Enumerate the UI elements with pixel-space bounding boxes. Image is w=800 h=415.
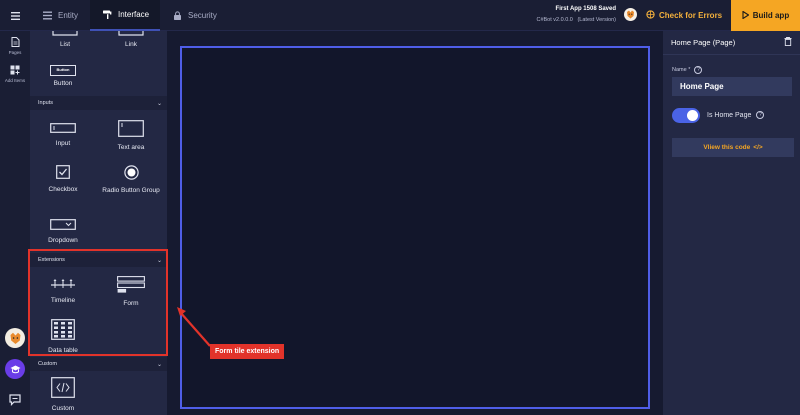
fox-avatar[interactable] — [5, 328, 25, 348]
tab-label: Security — [188, 11, 217, 20]
rail-item-add-items[interactable]: Add Items — [0, 65, 30, 83]
chevron-down-icon: ⌄ — [156, 361, 162, 368]
code-icon — [30, 377, 96, 401]
tab-label: Entity — [58, 11, 79, 20]
tab-label: Interface — [118, 10, 150, 19]
page-icon — [0, 37, 30, 48]
toggle-knob — [687, 110, 698, 121]
build-app-label: Build app — [752, 11, 790, 20]
page-name-input[interactable] — [672, 77, 792, 96]
paint-roller-icon — [102, 10, 112, 20]
play-icon — [742, 9, 750, 21]
tile-button[interactable]: Button Button — [30, 65, 96, 88]
tile-label: Input — [55, 140, 71, 148]
annotation-label: Form tile extension — [210, 344, 285, 359]
tile-dropdown[interactable]: Dropdown — [30, 219, 96, 245]
help-icon[interactable]: ? — [756, 111, 765, 119]
tile-label: Button — [53, 80, 73, 87]
rail-item-label: Add Items — [4, 78, 26, 83]
bug-icon — [646, 10, 655, 21]
list-icon — [32, 31, 98, 37]
database-icon — [42, 11, 52, 21]
tile-custom[interactable]: Custom — [30, 377, 96, 413]
checkbox-icon — [30, 165, 96, 182]
left-rail: Pages Add Items — [0, 31, 30, 415]
check-errors-label: Check for Errors — [659, 11, 723, 20]
dropdown-icon — [30, 219, 96, 233]
is-home-page-label: Is Home Page — [707, 111, 752, 119]
view-code-button[interactable]: Vliew this code </> — [672, 138, 794, 157]
version-info: C#Bot v2.0.0.0 (Latest Version) — [536, 17, 616, 23]
is-home-page-toggle[interactable] — [672, 108, 700, 123]
view-code-label: Vliew this code — [703, 144, 751, 151]
check-errors-button[interactable]: Check for Errors — [646, 0, 722, 31]
tab-security[interactable]: Security — [160, 0, 230, 31]
tile-link[interactable]: Link — [98, 31, 164, 49]
code-brackets-icon: </> — [753, 144, 763, 151]
extensions-highlight — [28, 249, 168, 356]
required-mark: * — [688, 67, 691, 73]
properties-header: Home Page (Page) — [663, 31, 800, 55]
chevron-down-icon: ⌄ — [156, 100, 162, 107]
name-field-label: Name * ? — [672, 66, 703, 74]
tab-interface[interactable]: Interface — [90, 0, 160, 31]
top-bar: Entity Interface Security First App 1508… — [0, 0, 800, 31]
section-label: Inputs — [38, 100, 53, 106]
save-status: First App 1508 Saved C#Bot v2.0.0.0 (Lat… — [536, 6, 616, 23]
user-avatar[interactable] — [624, 8, 637, 21]
chat-icon[interactable] — [9, 393, 21, 406]
tile-label: Checkbox — [48, 186, 78, 194]
save-status-text: First App 1508 Saved — [555, 6, 616, 12]
tile-input[interactable]: Input — [30, 123, 96, 148]
tile-checkbox[interactable]: Checkbox — [30, 165, 96, 194]
tile-label: Dropdown — [48, 237, 78, 245]
input-icon — [30, 123, 96, 136]
rail-item-label: Pages — [8, 50, 22, 55]
button-icon: Button — [50, 65, 76, 76]
trash-icon[interactable] — [784, 37, 792, 48]
version-note: (Latest Version) — [577, 17, 616, 23]
tile-label: Custom — [51, 405, 75, 413]
tab-entity[interactable]: Entity — [30, 0, 90, 31]
tile-list[interactable]: List — [32, 31, 98, 49]
rail-item-pages[interactable]: Pages — [0, 37, 30, 55]
name-label-text: Name — [672, 67, 687, 73]
tile-label: Link — [125, 41, 137, 48]
section-custom[interactable]: Custom ⌄ — [30, 357, 167, 371]
graduation-cap-icon[interactable] — [5, 359, 25, 379]
properties-title: Home Page (Page) — [671, 38, 736, 47]
tile-radio-button-group[interactable]: Radio Button Group — [98, 165, 164, 195]
version-name: C#Bot v2.0.0.0 — [536, 17, 573, 23]
build-app-button[interactable]: Build app — [731, 0, 800, 31]
help-icon[interactable]: ? — [694, 66, 703, 74]
add-items-icon — [0, 65, 30, 76]
component-panel: List Link Button Button Inputs ⌄ Input T… — [30, 31, 167, 415]
tile-label: Text area — [117, 144, 145, 152]
tile-text-area[interactable]: Text area — [98, 120, 164, 152]
tile-label: Radio Button Group — [102, 187, 160, 195]
properties-panel: Home Page (Page) Name * ? Is Home Page ?… — [663, 31, 800, 415]
section-inputs[interactable]: Inputs ⌄ — [30, 96, 167, 110]
section-label: Custom — [38, 361, 57, 367]
tile-label: List — [59, 41, 71, 48]
menu-icon[interactable] — [0, 0, 30, 31]
radio-icon — [98, 165, 164, 183]
is-home-page-field: Is Home Page ? — [707, 111, 765, 119]
lock-icon — [172, 11, 182, 21]
link-icon — [98, 31, 164, 37]
text-area-icon — [98, 120, 164, 140]
